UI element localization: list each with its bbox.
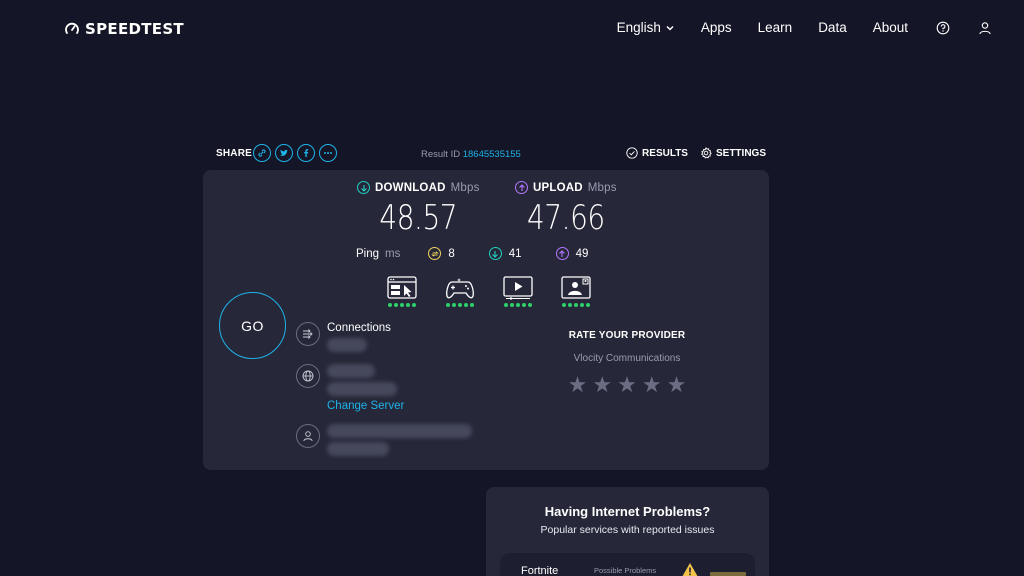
chevron-down-icon [666, 25, 674, 31]
ping-unit: ms [385, 247, 401, 260]
quality-dots [388, 303, 416, 307]
star-icon[interactable]: ★ [642, 375, 662, 397]
rate-title: RATE YOUR PROVIDER [568, 330, 686, 341]
download-label: DOWNLOAD [375, 181, 446, 194]
upload-unit: Mbps [587, 181, 617, 194]
ping-idle: 8 [428, 247, 455, 260]
upload-metric: UPLOAD Mbps 47.66 [515, 181, 617, 238]
download-arrow-icon [357, 181, 370, 194]
results-label: RESULTS [642, 147, 688, 159]
gamepad-icon [446, 278, 474, 299]
service-status: Possible Problems [594, 566, 657, 575]
gaming-rating[interactable] [445, 276, 475, 307]
connections-icon [296, 322, 320, 346]
video-chat-icon [561, 276, 591, 299]
upload-label: UPLOAD [533, 181, 583, 194]
nav-about[interactable]: About [873, 20, 908, 35]
twitter-icon[interactable] [275, 144, 293, 162]
connections-info: Connections [296, 322, 391, 352]
check-circle-icon [626, 147, 638, 159]
server-name-redacted [327, 364, 375, 378]
service-name: Fortnite [521, 565, 559, 576]
ping-upload-value: 49 [575, 247, 589, 260]
star-icon[interactable]: ★ [568, 375, 588, 397]
language-label: English [616, 20, 661, 35]
more-icon[interactable] [319, 144, 337, 162]
provider-ip-redacted [327, 442, 389, 456]
quality-dots [446, 303, 474, 307]
ping-label: Ping [356, 247, 380, 260]
upload-arrow-icon [515, 181, 528, 194]
link-icon[interactable] [253, 144, 271, 162]
globe-icon [296, 364, 320, 388]
download-unit: Mbps [450, 181, 480, 194]
result-links: RESULTS SETTINGS [626, 147, 766, 159]
rate-provider: RATE YOUR PROVIDER Vlocity Communication… [551, 330, 703, 397]
result-id-label: Result ID [421, 149, 461, 160]
nav-apps[interactable]: Apps [701, 20, 732, 35]
header: SPEEDTEST English Apps Learn Data About [0, 0, 1024, 58]
settings-link[interactable]: SETTINGS [700, 147, 766, 159]
problems-subtitle: Popular services with reported issues [540, 524, 715, 536]
ping-download: 41 [488, 247, 522, 260]
download-ping-icon [488, 247, 502, 260]
internet-problems-card: Having Internet Problems? Popular servic… [486, 487, 769, 576]
upload-ping-icon [555, 247, 569, 260]
download-metric: DOWNLOAD Mbps 48.57 [357, 181, 480, 238]
share-icons [253, 144, 337, 162]
result-id-value[interactable]: 18645535155 [463, 149, 521, 160]
ping-upload: 49 [555, 247, 589, 260]
result-panel: DOWNLOAD Mbps 48.57 UPLOAD Mbps 47.66 Pi… [203, 170, 769, 470]
settings-label: SETTINGS [715, 147, 766, 159]
quality-ratings [387, 276, 591, 307]
service-row[interactable]: Fortnite Possible Problems [500, 553, 755, 576]
ping-download-value: 41 [508, 247, 522, 260]
video-play-icon [503, 276, 533, 300]
results-link[interactable]: RESULTS [626, 147, 688, 159]
speedometer-icon [65, 22, 79, 34]
star-rating: ★ ★ ★ ★ ★ [551, 375, 703, 397]
help-icon[interactable] [936, 21, 950, 35]
language-selector[interactable]: English [617, 20, 675, 35]
user-icon [296, 424, 320, 448]
quality-dots [504, 303, 532, 307]
problem-sparkline [710, 572, 746, 576]
video-streaming-rating[interactable] [503, 276, 533, 307]
facebook-icon[interactable] [297, 144, 315, 162]
problems-title: Having Internet Problems? [544, 504, 711, 519]
web-browsing-rating[interactable] [387, 276, 417, 307]
result-id: Result ID 18645535155 [421, 149, 521, 160]
star-icon[interactable]: ★ [617, 375, 637, 397]
connections-value-redacted [327, 338, 367, 352]
change-server-link[interactable]: Change Server [327, 400, 404, 412]
star-icon[interactable]: ★ [592, 375, 612, 397]
connections-label: Connections [327, 322, 391, 334]
quality-dots [562, 303, 590, 307]
provider-name: Vlocity Communications [573, 353, 681, 364]
star-icon[interactable]: ★ [667, 375, 687, 397]
share-label: SHARE [216, 148, 253, 159]
go-button[interactable]: GO [219, 292, 286, 359]
nav-data[interactable]: Data [818, 20, 847, 35]
upload-value: 47.66 [526, 198, 605, 238]
user-icon[interactable] [978, 21, 992, 35]
ping-row: Ping ms 8 41 49 [356, 247, 622, 260]
nav-learn[interactable]: Learn [758, 20, 793, 35]
provider-name-redacted [327, 424, 472, 438]
download-value: 48.57 [379, 198, 458, 238]
logo-text: SPEEDTEST [85, 20, 184, 38]
speedtest-logo[interactable]: SPEEDTEST [64, 20, 184, 38]
gear-icon [701, 147, 712, 159]
server-location-redacted [327, 382, 397, 396]
provider-info [296, 424, 472, 456]
main-nav: English Apps Learn Data About [591, 20, 992, 35]
web-browsing-icon [387, 276, 417, 299]
ping-idle-value: 8 [448, 247, 455, 260]
idle-ping-icon [428, 247, 442, 260]
video-chat-rating[interactable] [561, 276, 591, 307]
share-row: SHARE Result ID 18645535155 RESULTS SETT… [216, 143, 766, 165]
server-info: Change Server [296, 364, 404, 412]
warning-icon [682, 563, 698, 576]
